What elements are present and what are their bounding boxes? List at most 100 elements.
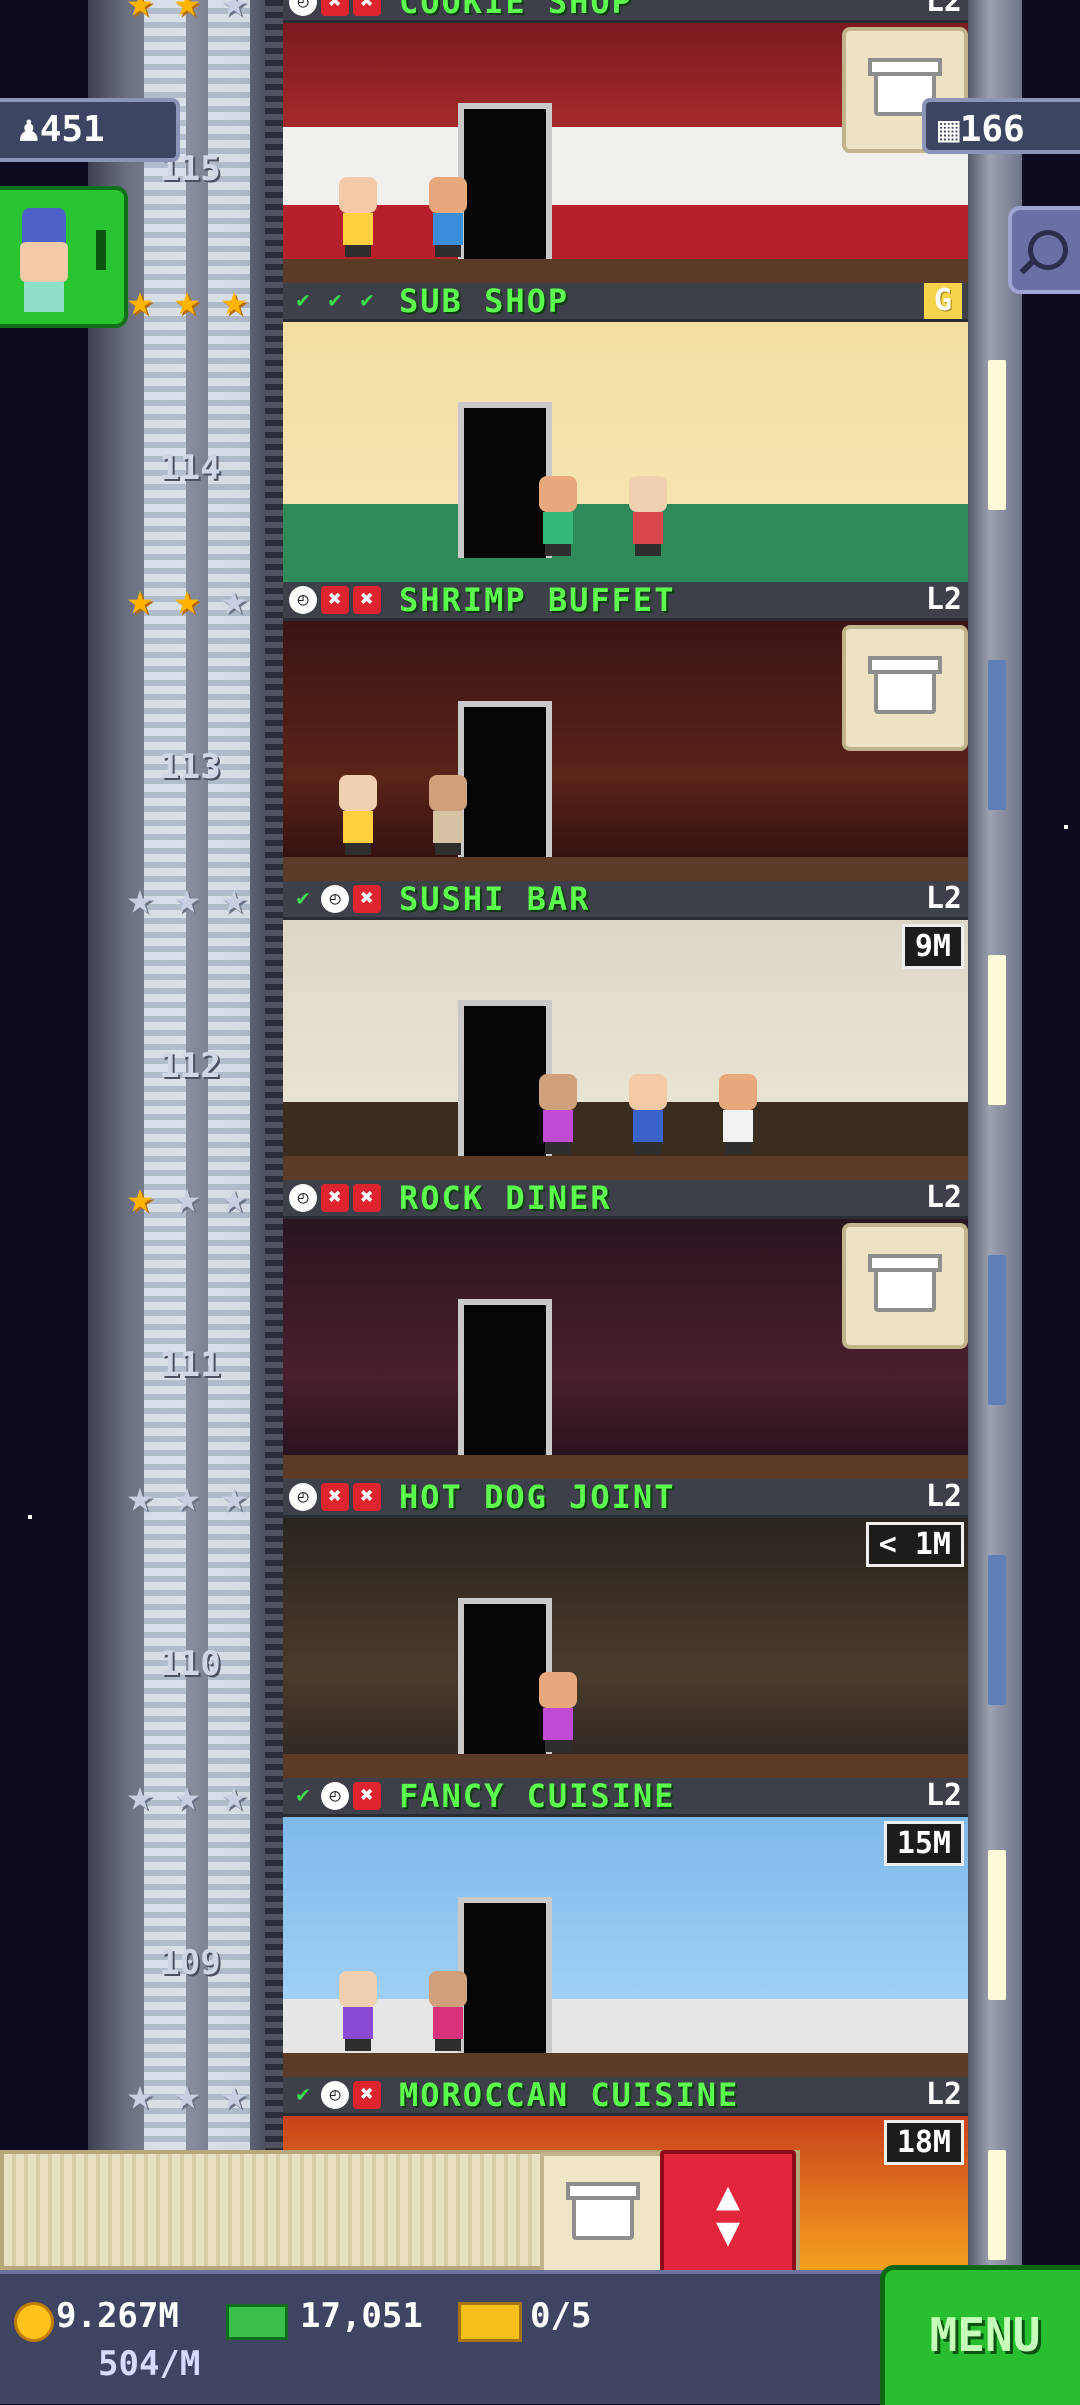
bitizen[interactable]: [423, 1971, 473, 2051]
x-mark-icon: ✖: [353, 885, 381, 913]
floor-status-icons: ◴ ✖ ✖: [289, 0, 381, 16]
floor-room[interactable]: [283, 1219, 968, 1479]
restock-button[interactable]: [842, 625, 968, 751]
bitizen-head: [339, 775, 377, 811]
bitizen[interactable]: [333, 177, 383, 257]
floor-level: G: [923, 283, 962, 319]
elevator-rail: [265, 0, 283, 2160]
floor-112[interactable]: ✔ ◴ ✖ SUSHI BAR L2 9M: [283, 881, 968, 1180]
floor-110[interactable]: ◴ ✖ ✖ HOT DOG JOINT L2 < 1M: [283, 1479, 968, 1778]
gold-star-icon: ★: [173, 574, 201, 625]
check-icon: ✔: [296, 2082, 310, 2107]
bitizen-head: [429, 1971, 467, 2007]
stock-all-button[interactable]: [540, 2152, 666, 2276]
floor-status-icons: ◴ ✖ ✖: [289, 1184, 381, 1212]
population-badge[interactable]: ♟451: [0, 98, 180, 162]
x-mark-icon: ✖: [353, 2081, 381, 2109]
floor-room[interactable]: 9M: [283, 920, 968, 1180]
bitizen-legs: [635, 1142, 661, 1154]
floor-number: 113: [159, 747, 221, 787]
bitizen[interactable]: [423, 177, 473, 257]
bitizen-legs: [435, 843, 461, 855]
bitizen-head: [429, 177, 467, 213]
clock-icon: ◴: [289, 0, 317, 16]
floor-room[interactable]: [283, 621, 968, 881]
floor-room[interactable]: 15M: [283, 1817, 968, 2077]
floor-stars: ★ ★ ★: [118, 0, 263, 24]
bitizen-head: [629, 476, 667, 512]
bitizen[interactable]: [533, 1672, 583, 1752]
bitizen[interactable]: [533, 1074, 583, 1154]
bitizen-body: [543, 1708, 573, 1740]
cash-icon: [226, 2304, 288, 2340]
bitizen-legs: [545, 1142, 571, 1154]
restock-button[interactable]: [842, 1223, 968, 1349]
floor-status-icons: ◴ ✖ ✖: [289, 586, 381, 614]
floor-counter: [283, 558, 968, 582]
window-light: [988, 660, 1006, 810]
bitizen-body: [433, 213, 463, 245]
floor-status-icons: ✔ ◴ ✖: [289, 2081, 381, 2109]
bitizen[interactable]: [333, 775, 383, 855]
bitizen-head: [339, 177, 377, 213]
silver-star-icon: ★: [220, 1172, 248, 1223]
floor-room[interactable]: < 1M: [283, 1518, 968, 1778]
silver-star-icon: ★: [220, 574, 248, 625]
check-icon: ✔: [296, 886, 310, 911]
floor-header: ◴ ✖ ✖ HOT DOG JOINT L2: [283, 1479, 968, 1518]
floor-number: 109: [159, 1943, 221, 1983]
floor-stars: ★ ★ ★: [118, 578, 263, 622]
floor-room[interactable]: [283, 23, 968, 283]
x-mark-icon: ✖: [353, 0, 381, 16]
floor-header: ✔ ◴ ✖ MOROCCAN CUISINE L2: [283, 2077, 968, 2116]
x-mark-icon: ✖: [321, 0, 349, 16]
check-icon: ✔: [360, 288, 374, 313]
bitizen-body: [723, 1110, 753, 1142]
floor-counter: [283, 2053, 968, 2077]
floor-113[interactable]: ◴ ✖ ✖ SHRIMP BUFFET L2: [283, 582, 968, 881]
bitizen[interactable]: [713, 1074, 763, 1154]
bitizen-legs: [635, 544, 661, 556]
floor-111[interactable]: ◴ ✖ ✖ ROCK DINER L2: [283, 1180, 968, 1479]
bitizen-legs: [345, 245, 371, 257]
floor-room[interactable]: [283, 322, 968, 582]
stock-time-badge: < 1M: [865, 1522, 964, 1567]
gold-star-icon: ★: [220, 275, 248, 326]
bitizen[interactable]: [623, 1074, 673, 1154]
floor-stars: ★ ★ ★: [118, 1176, 263, 1220]
search-button[interactable]: [1008, 206, 1080, 294]
floor-level: L2: [925, 1479, 962, 1514]
window-light: [988, 2150, 1006, 2260]
silver-star-icon: ★: [220, 1471, 248, 1522]
menu-button[interactable]: MENU: [880, 2265, 1080, 2405]
bitizen[interactable]: [533, 476, 583, 556]
bitizen[interactable]: [623, 476, 673, 556]
floor-name: SHRIMP BUFFET: [399, 581, 676, 619]
floor-name: HOT DOG JOINT: [399, 1478, 676, 1516]
floor-109[interactable]: ✔ ◴ ✖ FANCY CUISINE L2 15M: [283, 1778, 968, 2077]
bitizen[interactable]: [423, 775, 473, 855]
silver-star-icon: ★: [220, 873, 248, 924]
floor-115[interactable]: ◴ ✖ ✖ COOKIE SHOP L2: [283, 0, 968, 283]
floor-counter: [283, 857, 968, 881]
floor-number: 110: [159, 1644, 221, 1684]
silver-star-icon: ★: [173, 1770, 201, 1821]
floor-114[interactable]: ✔ ✔ ✔ SUB SHOP G: [283, 283, 968, 582]
elevator-button[interactable]: ▲ ▼: [660, 2150, 796, 2278]
bitizen-body: [543, 1110, 573, 1142]
bitizen-head: [339, 1971, 377, 2007]
silver-star-icon: ★: [126, 1770, 154, 1821]
magnifier-icon: [1028, 230, 1068, 270]
x-mark-icon: ✖: [321, 1184, 349, 1212]
floor-counter: [283, 259, 968, 283]
vip-visitor-button[interactable]: [0, 186, 128, 328]
coins-value: 9.267M: [56, 2296, 179, 2336]
floor-stars: ★ ★ ★: [118, 1774, 263, 1818]
silver-star-icon: ★: [173, 2069, 201, 2120]
bux-badge[interactable]: ▦166: [922, 98, 1080, 154]
bitizen[interactable]: [333, 1971, 383, 2051]
floor-counter: [283, 1455, 968, 1479]
floor-header: ✔ ✔ ✔ SUB SHOP G: [283, 283, 968, 322]
x-mark-icon: ✖: [353, 586, 381, 614]
bitizen-body: [633, 1110, 663, 1142]
